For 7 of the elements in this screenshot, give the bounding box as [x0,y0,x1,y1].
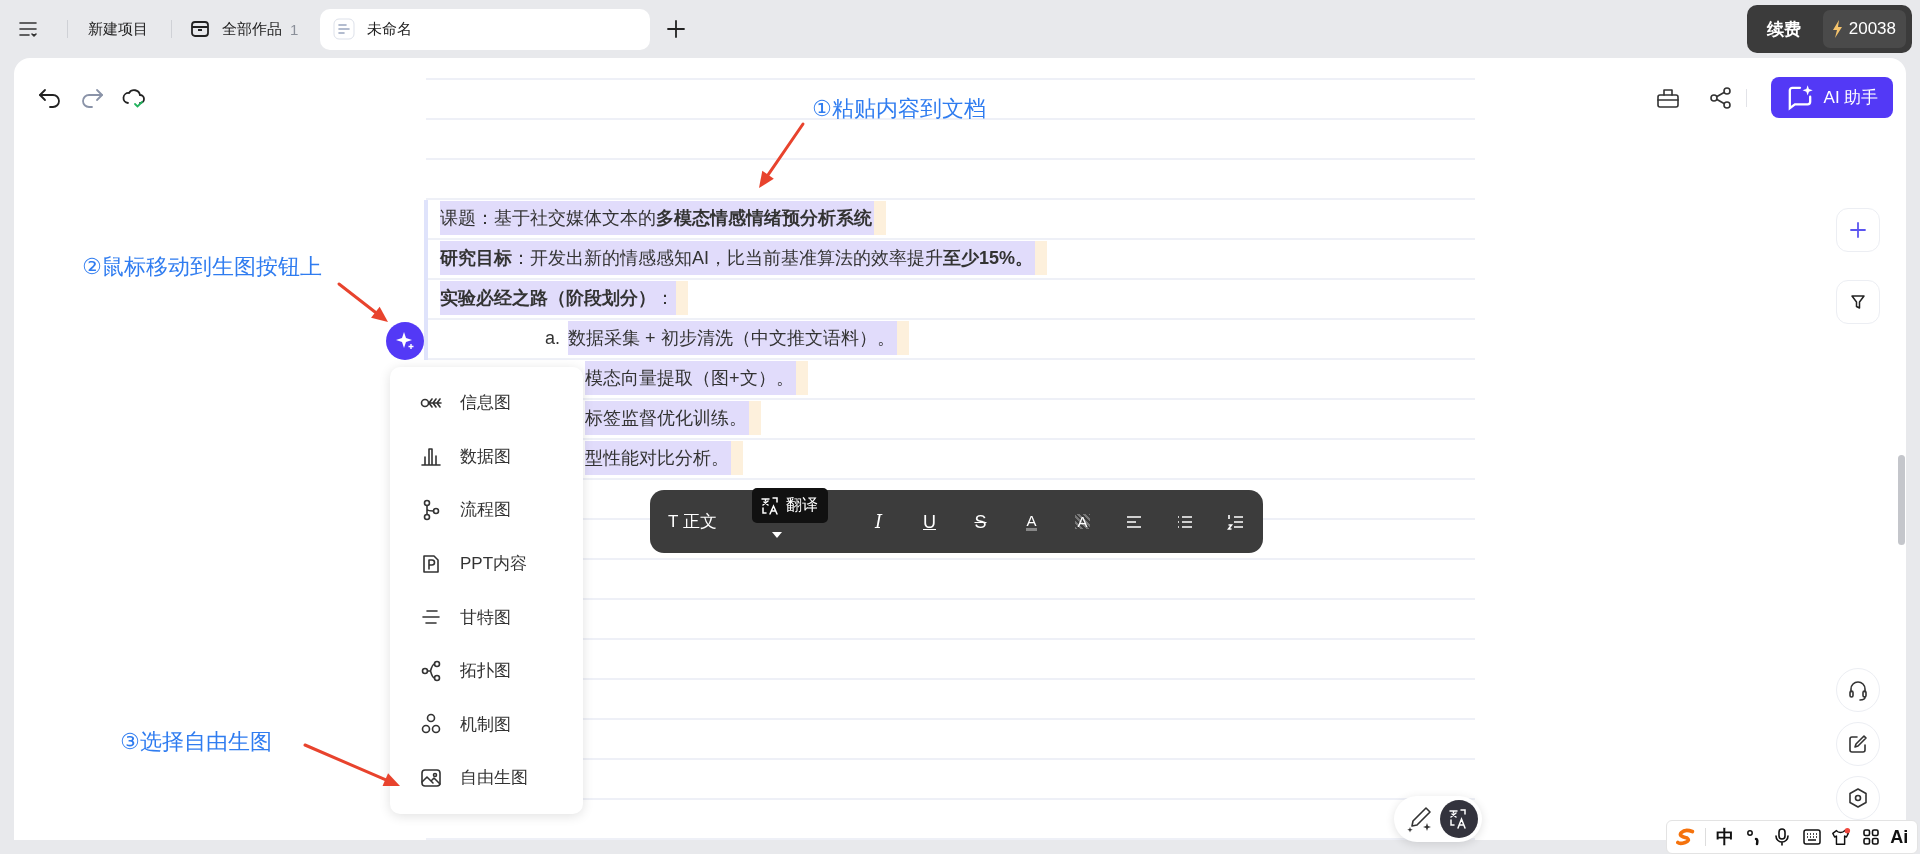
annotation-text: ①粘贴内容到文档 [812,95,986,123]
list-marker: a. [545,327,561,349]
annotation-text: ③选择自由生图 [120,728,272,756]
translate-tooltip: 翻译 [752,488,828,523]
annotation-text: ②鼠标移动到生图按钮上 [82,253,322,281]
points-badge: 20038 [1822,10,1906,48]
renew-label: 续费 [1765,18,1802,41]
